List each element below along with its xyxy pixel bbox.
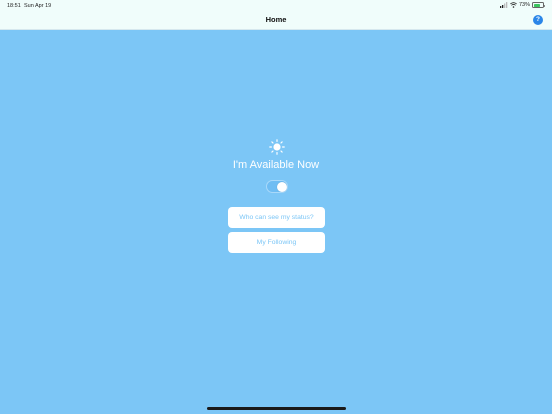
battery-icon <box>532 2 545 8</box>
battery-percent: 73% <box>518 2 530 8</box>
availability-title: I'm Available Now <box>232 159 320 171</box>
status-time: 18:51 <box>7 3 21 9</box>
who-can-see-status-button[interactable]: Who can see my status? <box>228 207 325 228</box>
cellular-signal-icon <box>499 2 508 8</box>
wifi-icon <box>510 2 517 8</box>
my-following-button[interactable]: My Following <box>228 232 325 253</box>
status-indicators: 73% <box>499 2 545 8</box>
battery-level-fill <box>533 3 541 8</box>
sun-icon <box>269 139 285 155</box>
help-button[interactable]: ? <box>533 15 543 25</box>
page-title: Home <box>265 15 287 24</box>
battery-tip <box>543 4 545 7</box>
home-indicator[interactable] <box>207 407 346 410</box>
availability-toggle[interactable] <box>266 180 288 193</box>
toggle-knob <box>276 181 287 192</box>
status-date: Sun Apr 19 <box>24 3 52 9</box>
top-bar: 18:51 Sun Apr 19 73% Home ? <box>0 0 552 30</box>
